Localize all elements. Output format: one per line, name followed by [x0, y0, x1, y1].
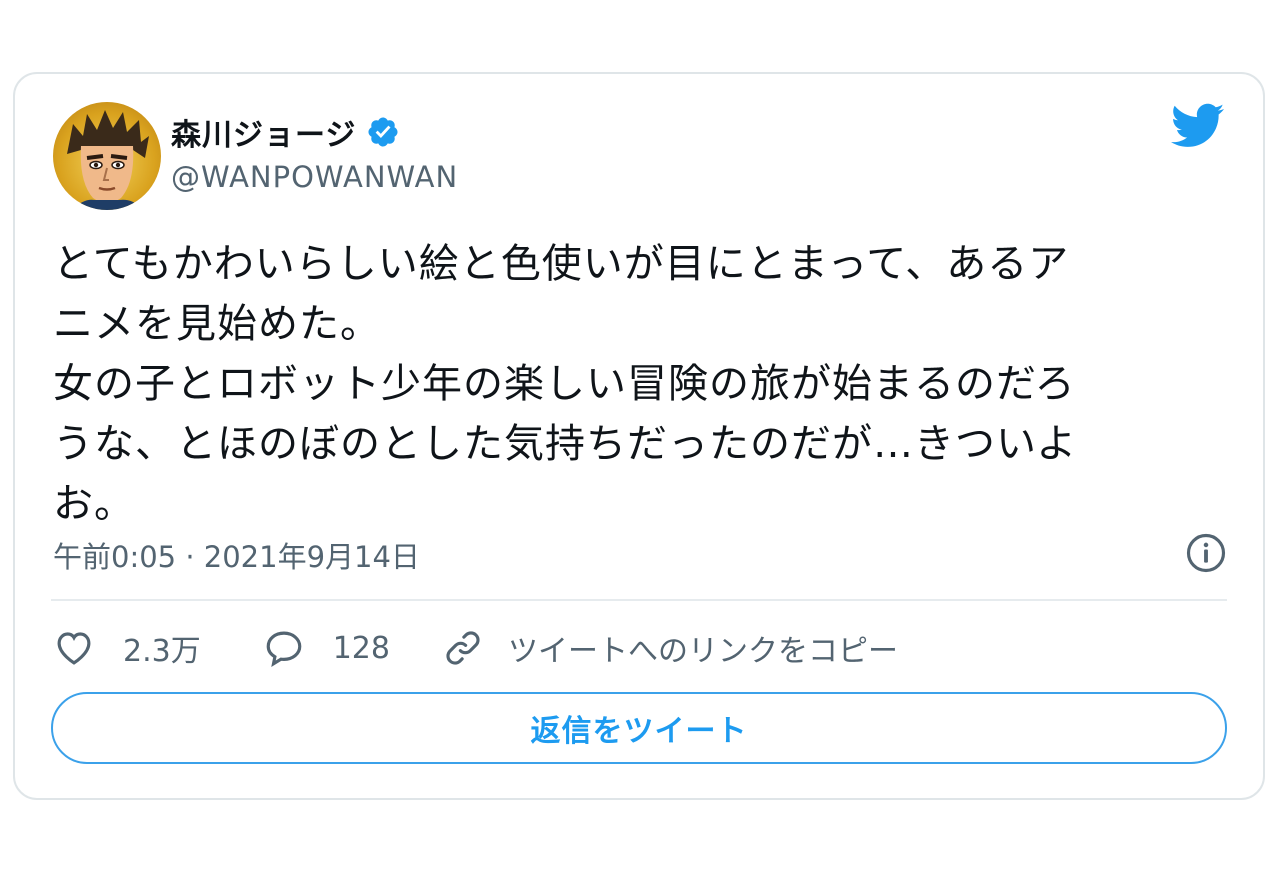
author-handle[interactable]: @WANPOWANWAN — [171, 160, 458, 194]
like-action[interactable]: 2.3万 — [53, 626, 201, 670]
verified-badge-icon — [368, 117, 398, 147]
tweet-text: とてもかわいらしい絵と色使いが目にとまって、あるア ニメを見始めた。 女の子とロ… — [53, 241, 1078, 527]
link-icon[interactable] — [442, 627, 484, 669]
reply-action[interactable]: 128 — [263, 627, 390, 669]
avatar[interactable] — [53, 102, 161, 210]
speech-bubble-icon[interactable] — [263, 627, 305, 669]
reply-count: 128 — [332, 630, 390, 666]
author-name-row: 森川ジョージ — [171, 110, 400, 154]
avatar-illustration — [67, 110, 149, 210]
author-display-name[interactable]: 森川ジョージ — [171, 110, 356, 154]
reply-tweet-button[interactable]: 返信をツイート — [51, 692, 1227, 764]
divider — [51, 599, 1227, 601]
action-bar: 2.3万 128 ツイートへのリンクをコピー — [53, 624, 898, 672]
copy-link-action[interactable]: ツイートへのリンクをコピー — [442, 626, 898, 670]
tweet-card: 森川ジョージ @WANPOWANWAN とてもかわいらしい絵と色使いが目にとまっ… — [13, 72, 1265, 800]
twitter-bird-icon[interactable] — [1171, 102, 1225, 150]
info-icon[interactable] — [1185, 532, 1227, 574]
copy-link-label: ツイートへのリンクをコピー — [507, 634, 898, 669]
tweet-timestamp[interactable]: 午前0:05 · 2021年9月14日 — [53, 534, 420, 576]
like-count: 2.3万 — [123, 634, 201, 669]
heart-icon[interactable] — [53, 627, 95, 669]
